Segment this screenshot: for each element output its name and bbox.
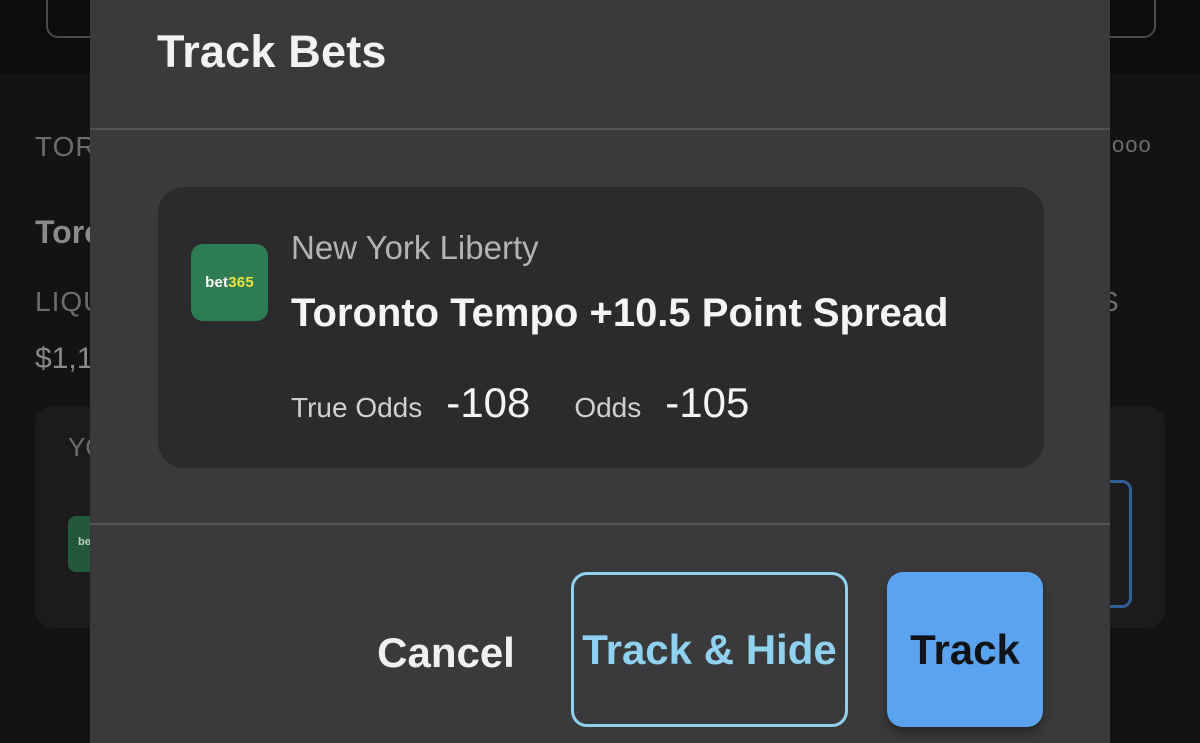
odds-row: True Odds -108 Odds -105 <box>291 379 749 427</box>
true-odds-value: -108 <box>446 379 531 426</box>
divider <box>90 128 1110 130</box>
track-bets-dialog: Track Bets bet365 New York Liberty Toron… <box>90 0 1110 743</box>
sportsbook-logo: bet365 <box>191 244 268 321</box>
sportsbook-logo-text: bet365 <box>205 274 254 291</box>
odds-value: -105 <box>665 379 750 426</box>
sportsbook-logo-main: bet <box>205 274 229 291</box>
divider <box>90 523 1110 525</box>
cancel-button[interactable]: Cancel <box>362 618 530 688</box>
track-button[interactable]: Track <box>887 572 1043 727</box>
dialog-title: Track Bets <box>157 26 387 77</box>
screen: TOR ooo Toro LIQU S $1,19 YO be Track Be… <box>0 0 1200 743</box>
true-odds-label: True Odds <box>291 392 423 423</box>
sportsbook-logo-accent: 365 <box>228 274 254 291</box>
background-header-text: TOR <box>35 131 97 162</box>
bet-card: bet365 New York Liberty Toronto Tempo +1… <box>158 187 1044 468</box>
odds-label: Odds <box>574 392 642 423</box>
track-and-hide-button[interactable]: Track & Hide <box>571 572 848 727</box>
bet-team: New York Liberty <box>291 229 539 266</box>
more-options-icon: ooo <box>1112 132 1152 157</box>
bet-selection: Toronto Tempo +10.5 Point Spread <box>291 291 949 335</box>
